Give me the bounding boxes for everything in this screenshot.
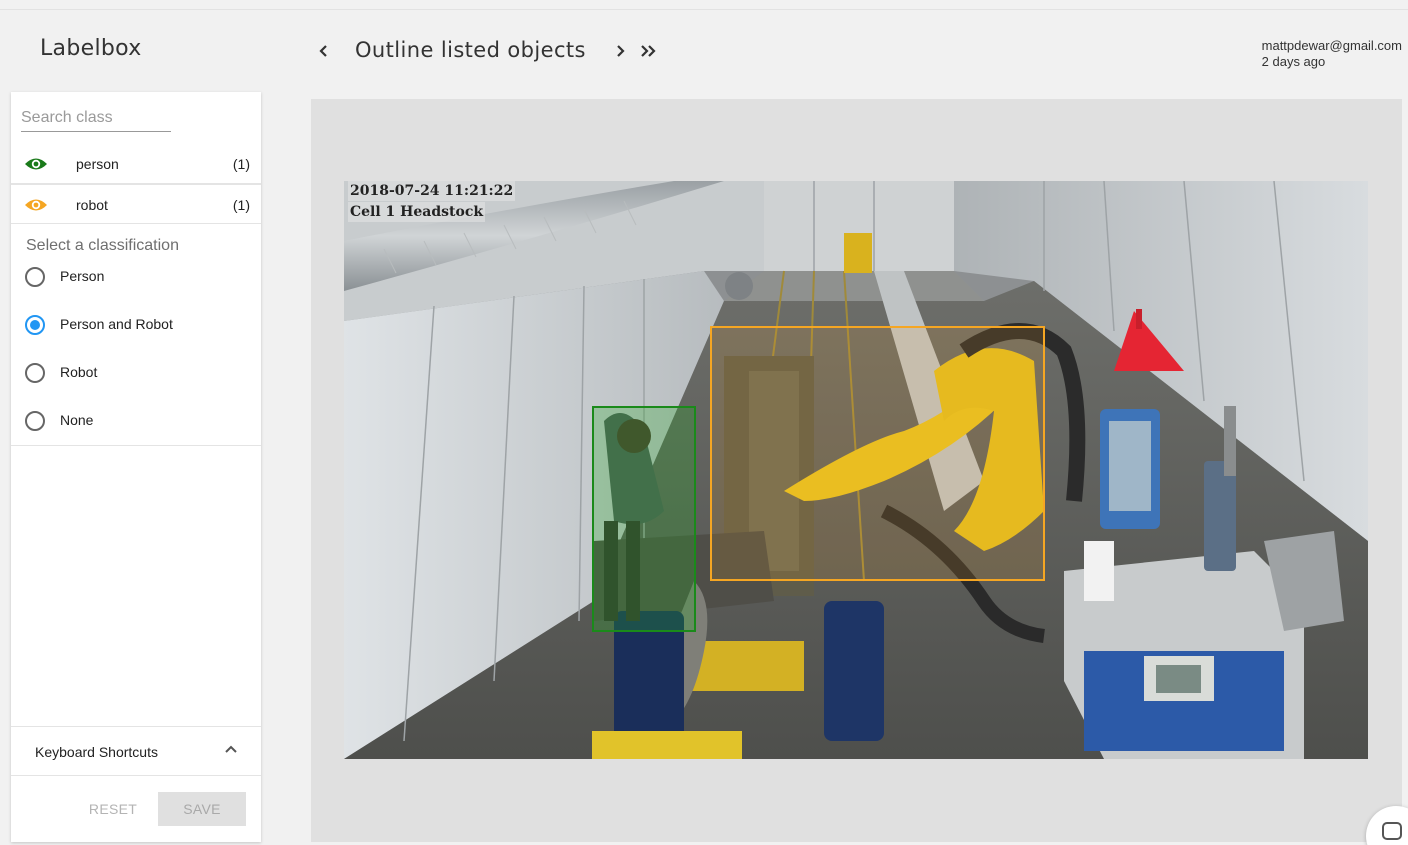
radio-button[interactable] bbox=[25, 411, 45, 431]
camera-image[interactable]: 2018-07-24 11:21:22 Cell 1 Headstock bbox=[344, 181, 1368, 759]
class-item-robot[interactable]: robot (1) bbox=[11, 184, 261, 224]
user-email: mattpdewar@gmail.com bbox=[1261, 38, 1402, 53]
chat-icon bbox=[1382, 822, 1402, 840]
option-none[interactable]: None bbox=[25, 408, 245, 434]
skip-to-last-button[interactable] bbox=[636, 40, 662, 62]
option-label: Person and Robot bbox=[60, 316, 173, 332]
option-person[interactable]: Person bbox=[25, 264, 245, 290]
search-wrap bbox=[21, 106, 171, 132]
class-name: person bbox=[76, 156, 119, 172]
chevron-right-icon bbox=[617, 45, 625, 57]
app-logo: Labelbox bbox=[40, 36, 142, 61]
class-item-person[interactable]: person (1) bbox=[11, 144, 261, 184]
option-label: None bbox=[60, 412, 94, 428]
option-label: Robot bbox=[60, 364, 98, 380]
class-count: (1) bbox=[232, 156, 250, 172]
chevron-left-icon bbox=[319, 45, 327, 57]
top-bar bbox=[0, 0, 1408, 10]
prev-button[interactable] bbox=[314, 40, 334, 62]
eye-icon[interactable] bbox=[24, 156, 48, 172]
option-robot[interactable]: Robot bbox=[25, 360, 245, 386]
eye-icon[interactable] bbox=[24, 197, 48, 213]
radio-button[interactable] bbox=[25, 363, 45, 383]
sidebar: person (1) robot (1) Select a classifica… bbox=[11, 92, 261, 842]
user-info: mattpdewar@gmail.com 2 days ago bbox=[1262, 38, 1402, 70]
updated-time: 2 days ago bbox=[1261, 54, 1326, 69]
double-chevron-right-icon bbox=[641, 45, 656, 57]
bbox-robot[interactable] bbox=[710, 326, 1045, 581]
class-count: (1) bbox=[232, 197, 250, 213]
bbox-person[interactable] bbox=[592, 406, 696, 632]
option-label: Person bbox=[60, 268, 105, 284]
reset-button[interactable]: RESET bbox=[81, 792, 145, 826]
option-person-and-robot[interactable]: Person and Robot bbox=[25, 312, 245, 338]
labeling-canvas[interactable]: 2018-07-24 11:21:22 Cell 1 Headstock bbox=[311, 99, 1402, 842]
keyboard-shortcuts-toggle[interactable]: Keyboard Shortcuts bbox=[11, 726, 261, 776]
radio-button[interactable] bbox=[25, 267, 45, 287]
radio-button[interactable] bbox=[25, 315, 45, 335]
camera-timestamp: 2018-07-24 11:21:22 bbox=[348, 181, 516, 201]
page-title: Outline listed objects bbox=[355, 38, 586, 62]
classification-label: Select a classification bbox=[26, 237, 179, 254]
chevron-up-icon bbox=[225, 745, 237, 753]
save-button[interactable]: SAVE bbox=[158, 792, 246, 826]
camera-name: Cell 1 Headstock bbox=[348, 202, 486, 222]
next-button[interactable] bbox=[610, 40, 630, 62]
class-name: robot bbox=[76, 197, 108, 213]
divider bbox=[11, 445, 261, 446]
search-class-input[interactable] bbox=[21, 106, 171, 130]
shortcuts-label: Keyboard Shortcuts bbox=[35, 744, 158, 760]
